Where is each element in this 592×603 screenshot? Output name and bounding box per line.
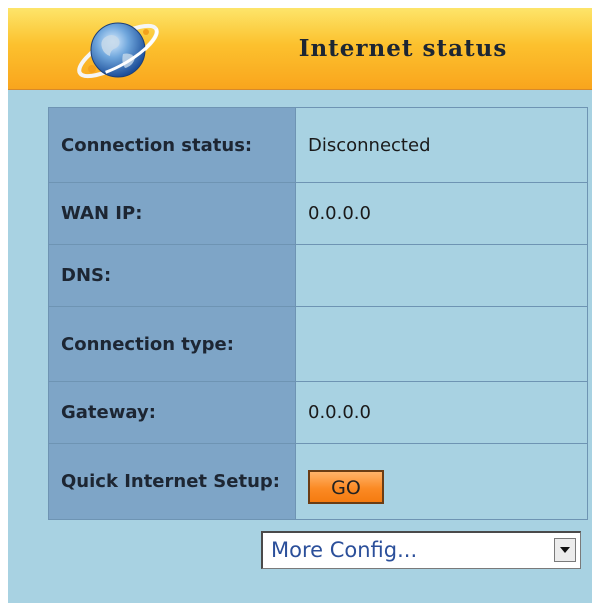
more-config-selected-value: More Config...	[271, 538, 418, 562]
table-row: Gateway: 0.0.0.0	[48, 381, 588, 444]
go-button[interactable]: GO	[308, 469, 384, 504]
page-title: Internet status	[298, 35, 508, 62]
dropdown-arrow-button[interactable]	[554, 538, 576, 562]
wan-ip-value: 0.0.0.0	[295, 182, 588, 245]
internet-status-panel: Internet status Connection status: Disco…	[8, 8, 592, 603]
gateway-label: Gateway:	[48, 381, 296, 444]
dns-label: DNS:	[48, 244, 296, 307]
connection-type-value	[295, 306, 588, 382]
globe-icon	[68, 14, 168, 84]
table-row: Connection status: Disconnected	[48, 107, 588, 183]
status-table: Connection status: Disconnected WAN IP: …	[48, 107, 588, 520]
table-row: Quick Internet Setup: GO	[48, 443, 588, 520]
connection-status-value: Disconnected	[295, 107, 588, 183]
connection-status-label: Connection status:	[48, 107, 296, 183]
dns-value	[295, 244, 588, 307]
chevron-down-icon	[560, 547, 570, 553]
table-row: WAN IP: 0.0.0.0	[48, 182, 588, 245]
quick-internet-setup-cell: GO	[295, 443, 588, 520]
connection-type-label: Connection type:	[48, 306, 296, 382]
gateway-value: 0.0.0.0	[295, 381, 588, 444]
table-row: DNS:	[48, 244, 588, 307]
more-config-select[interactable]: More Config...	[261, 531, 581, 569]
quick-internet-setup-label: Quick Internet Setup:	[48, 443, 296, 520]
wan-ip-label: WAN IP:	[48, 182, 296, 245]
table-row: Connection type:	[48, 306, 588, 382]
panel-header: Internet status	[8, 8, 592, 90]
